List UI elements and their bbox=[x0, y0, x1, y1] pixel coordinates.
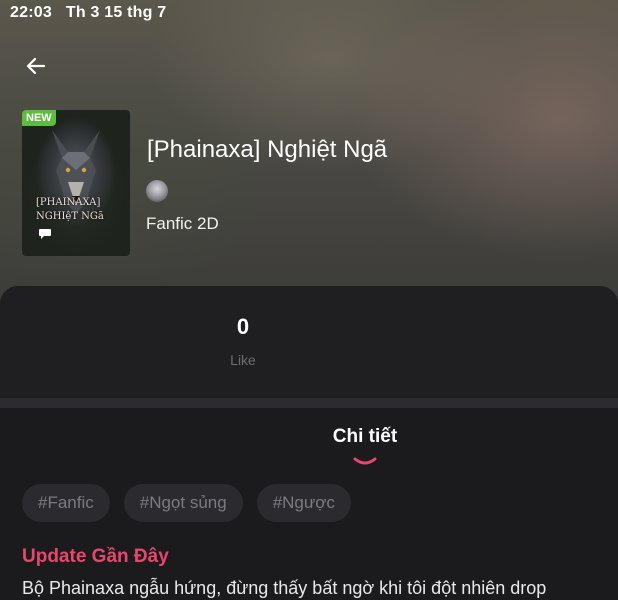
chat-bubble-icon bbox=[39, 229, 51, 239]
cover-title-line: [PHAINAXA] bbox=[36, 197, 101, 208]
book-cover[interactable]: NEW [PHAINAXA] NGHIệT NGã bbox=[22, 110, 130, 256]
tag-chip[interactable]: #Ngọt sủng bbox=[123, 484, 243, 522]
book-detail-screen: 22:03 Th 3 15 thg 7 NEW [PHAINAXA] NGHIệ… bbox=[0, 0, 618, 600]
status-time: 22:03 bbox=[10, 4, 52, 21]
tag-list: #Fanfic #Ngọt sủng #Ngược bbox=[22, 484, 351, 522]
stats-card: 0 Like bbox=[0, 286, 618, 398]
back-button[interactable] bbox=[18, 48, 54, 84]
status-bar: 22:03 Th 3 15 thg 7 bbox=[10, 4, 166, 22]
status-date: Th 3 15 thg 7 bbox=[65, 4, 167, 21]
likes-count: 0 bbox=[236, 314, 250, 339]
cover-title-text: [PHAINAXA] NGHIệT NGã bbox=[36, 196, 126, 224]
recent-update-heading: Update Gần Đây bbox=[22, 546, 169, 567]
new-badge: NEW bbox=[22, 110, 56, 126]
author-avatar[interactable] bbox=[146, 180, 168, 202]
book-genre[interactable]: Fanfic 2D bbox=[146, 214, 219, 234]
smile-underline-icon bbox=[353, 457, 377, 465]
detail-panel: 0 Like Chi tiết #Fanfic #Ngọt sủng #Ngượ… bbox=[0, 286, 618, 600]
cover-title-line: NGHIệT NGã bbox=[36, 211, 104, 222]
likes-label: Like bbox=[230, 352, 256, 368]
recent-update-text: Bộ Phainaxa ngẫu hứng, đừng thấy bất ngờ… bbox=[22, 578, 547, 598]
tab-details[interactable]: Chi tiết bbox=[0, 426, 618, 448]
tag-chip[interactable]: #Fanfic bbox=[22, 484, 110, 522]
arrow-left-icon bbox=[26, 57, 46, 75]
tag-chip[interactable]: #Ngược bbox=[256, 484, 351, 522]
section-divider bbox=[0, 398, 618, 408]
book-title: [Phainaxa] Nghiệt Ngã bbox=[147, 136, 388, 163]
